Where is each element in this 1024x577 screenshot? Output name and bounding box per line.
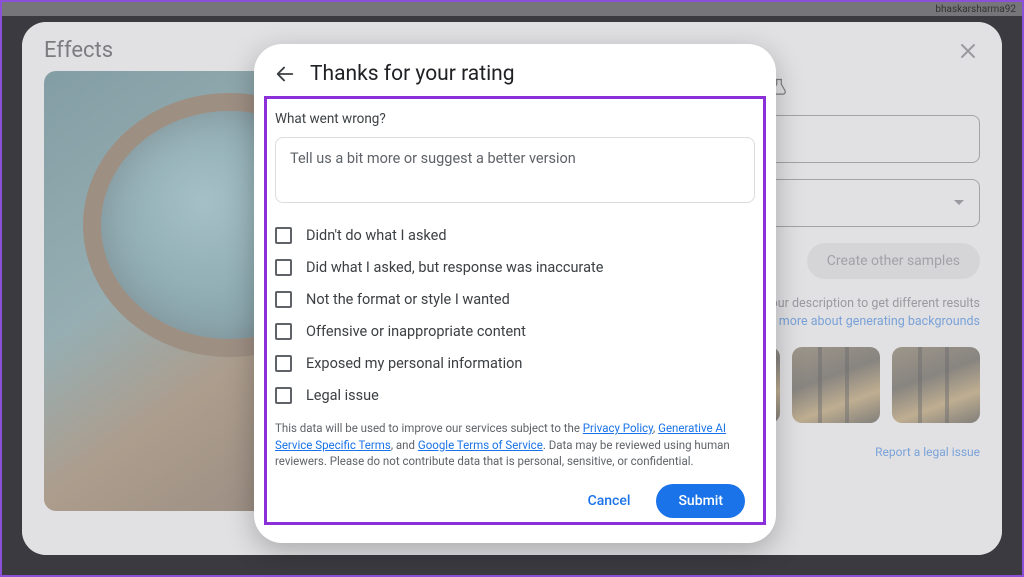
feedback-modal: Thanks for your rating What went wrong? …	[254, 44, 776, 543]
feedback-textarea[interactable]	[275, 137, 755, 203]
account-hint: bhaskarsharma92	[935, 4, 1016, 15]
feedback-option[interactable]: Not the format or style I wanted	[275, 291, 755, 308]
checkbox-icon[interactable]	[275, 259, 292, 276]
feedback-option-label: Did what I asked, but response was inacc…	[306, 259, 603, 276]
checkbox-icon[interactable]	[275, 291, 292, 308]
google-tos-link[interactable]: Google Terms of Service	[418, 438, 543, 452]
feedback-option[interactable]: Did what I asked, but response was inacc…	[275, 259, 755, 276]
feedback-option-label: Exposed my personal information	[306, 355, 522, 372]
privacy-policy-link[interactable]: Privacy Policy	[583, 421, 653, 435]
feedback-option[interactable]: Legal issue	[275, 387, 755, 404]
feedback-option-label: Didn't do what I asked	[306, 227, 447, 244]
modal-question: What went wrong?	[275, 111, 755, 127]
checkbox-icon[interactable]	[275, 227, 292, 244]
feedback-option[interactable]: Offensive or inappropriate content	[275, 323, 755, 340]
modal-title: Thanks for your rating	[310, 62, 515, 86]
back-arrow-icon[interactable]	[274, 63, 296, 85]
feedback-option-label: Offensive or inappropriate content	[306, 323, 526, 340]
submit-button[interactable]: Submit	[656, 484, 745, 518]
cancel-button[interactable]: Cancel	[574, 484, 645, 518]
feedback-option[interactable]: Didn't do what I asked	[275, 227, 755, 244]
feedback-option-label: Not the format or style I wanted	[306, 291, 510, 308]
checkbox-icon[interactable]	[275, 387, 292, 404]
checkbox-icon[interactable]	[275, 355, 292, 372]
checkbox-icon[interactable]	[275, 323, 292, 340]
feedback-option-label: Legal issue	[306, 387, 379, 404]
feedback-option[interactable]: Exposed my personal information	[275, 355, 755, 372]
disclaimer-text: This data will be used to improve our se…	[275, 420, 755, 470]
